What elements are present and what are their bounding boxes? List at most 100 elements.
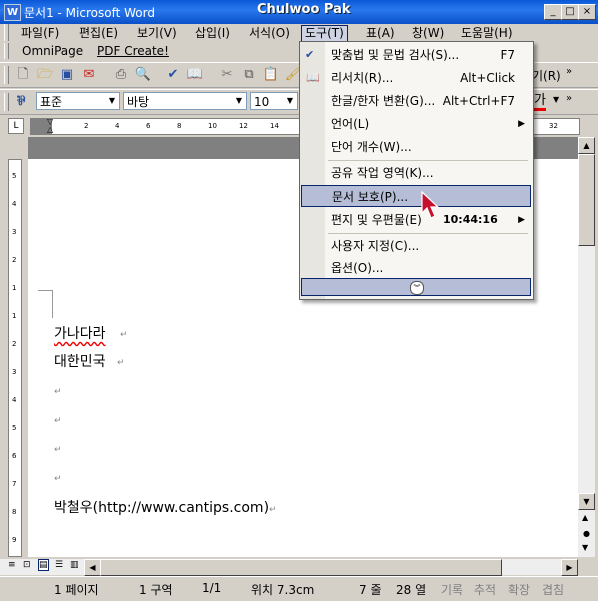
menu-view[interactable]: 보기(V) <box>134 26 180 41</box>
spelling-check-icon: ✔ <box>305 48 315 61</box>
research-icon[interactable]: 📖 <box>186 66 204 84</box>
scroll-up-button[interactable]: ▲ <box>578 137 595 154</box>
status-extend[interactable]: 확장 <box>508 581 530 598</box>
menu-item-hangul-hanja[interactable]: 한글/한자 변환(G)... Alt+Ctrl+F7 <box>301 90 531 112</box>
toolbar-options-icon[interactable]: » <box>566 93 572 104</box>
open-folder-icon[interactable]: 🗁 <box>36 66 54 84</box>
vertical-scrollbar[interactable]: ▲ ▼ ▲ ● ▼ <box>578 137 595 557</box>
status-line: 7 줄 <box>359 583 382 597</box>
print-layout-view-icon[interactable]: ▤ <box>38 559 49 571</box>
status-overtype[interactable]: 겹침 <box>542 581 564 598</box>
paragraph-mark: ↵ <box>54 474 62 484</box>
vertical-ruler-tick-label: 5 <box>12 424 17 432</box>
menu-item-protect-document[interactable]: 문서 보호(P)... <box>301 185 531 207</box>
menu-help[interactable]: 도움말(H) <box>458 26 516 41</box>
menu-item-options[interactable]: 옵션(O)... <box>301 257 531 279</box>
status-bar: 1 페이지 1 구역 1/1 위치 7.3cm 7 줄 28 열 기록 추적 확… <box>0 576 598 601</box>
normal-view-icon[interactable]: ≡ <box>8 560 16 570</box>
omnipage-button[interactable]: OmniPage <box>22 44 83 58</box>
vertical-ruler-tick-label: 4 <box>12 396 17 404</box>
horizontal-scroll-thumb[interactable] <box>100 559 502 576</box>
maximize-button[interactable]: □ <box>561 4 579 20</box>
minimize-button[interactable]: _ <box>544 4 562 20</box>
scroll-left-button[interactable]: ◀ <box>84 559 101 576</box>
menu-item-customize[interactable]: 사용자 지정(C)... <box>301 235 531 257</box>
chevron-down-icon[interactable]: ▼ <box>553 95 559 104</box>
styles-pane-icon[interactable]: ⅌ <box>12 93 30 111</box>
menu-item-spelling-grammar[interactable]: ✔ 맞춤법 및 문법 검사(S)... F7 <box>301 44 531 66</box>
prev-page-icon[interactable]: ▲ <box>582 513 588 522</box>
browse-object-icon[interactable]: ● <box>583 529 590 538</box>
tools-dropdown-menu: ✔ 맞춤법 및 문법 검사(S)... F7 📖 리서치(R)... Alt+C… <box>299 41 534 300</box>
outline-view-icon[interactable]: ☰ <box>55 560 63 570</box>
web-view-icon[interactable]: ⊡ <box>23 560 31 570</box>
word-app-icon[interactable]: W <box>4 4 21 21</box>
menu-table[interactable]: 표(A) <box>363 26 398 41</box>
menu-tools[interactable]: 도구(T) <box>301 25 348 42</box>
pdf-create-button[interactable]: PDF Create! <box>97 44 169 58</box>
tab-stop-selector[interactable]: L <box>8 118 24 134</box>
print-icon[interactable]: ⎙ <box>112 66 130 84</box>
toolbar-grip[interactable] <box>4 93 9 111</box>
clock-overlay: 10:44:16 <box>443 213 498 226</box>
font-size-select[interactable]: 10 ▼ <box>250 92 298 110</box>
submenu-arrow-icon: ▶ <box>518 119 525 129</box>
scroll-right-button[interactable]: ▶ <box>561 559 578 576</box>
links-grip[interactable] <box>4 43 9 59</box>
status-position: 위치 7.3cm <box>251 583 315 597</box>
paste-icon[interactable]: 📋 <box>262 66 280 84</box>
font-color-button[interactable]: 가 <box>534 93 546 111</box>
status-column: 28 열 <box>396 583 427 597</box>
scroll-thumb[interactable] <box>578 154 595 246</box>
menu-item-research[interactable]: 📖 리서치(R)... Alt+Click <box>301 67 531 89</box>
menu-edit[interactable]: 편집(E) <box>76 26 121 41</box>
indent-marker-icon[interactable]: ▽ △ <box>47 118 55 135</box>
document-line: 대한민국 <box>54 354 106 370</box>
menu-insert[interactable]: 삽입(I) <box>192 26 233 41</box>
menu-file[interactable]: 파일(F) <box>18 26 62 41</box>
toolbar-grip[interactable] <box>4 66 9 84</box>
horizontal-scrollbar[interactable]: ≡ ⊡ ▤ ☰ ▥ ◀ ▶ <box>0 559 578 576</box>
save-icon[interactable]: ▣ <box>58 66 76 84</box>
menu-item-word-count[interactable]: 단어 개수(W)... <box>301 136 531 158</box>
paragraph-mark: ↵ <box>54 416 62 426</box>
status-track[interactable]: 추적 <box>474 581 496 598</box>
menu-expand-button[interactable]: ︾ <box>301 278 531 296</box>
menu-format[interactable]: 서식(O) <box>246 26 293 41</box>
mouse-cursor-icon <box>421 191 440 219</box>
menu-item-language[interactable]: 언어(L) ▶ <box>301 113 531 135</box>
font-select[interactable]: 바탕 ▼ <box>123 92 247 110</box>
menu-separator <box>328 233 528 234</box>
toolbar-options-icon[interactable]: » <box>566 66 572 77</box>
close-button[interactable]: × <box>578 4 596 20</box>
next-page-icon[interactable]: ▼ <box>582 543 588 552</box>
new-document-icon[interactable]: 🗋 <box>14 66 32 84</box>
chevron-down-icon[interactable]: ▼ <box>284 94 296 108</box>
paragraph-mark: ↵ <box>117 358 125 368</box>
scroll-down-button[interactable]: ▼ <box>578 493 595 510</box>
margin-corner-mark <box>38 290 52 291</box>
chevron-down-icon[interactable]: ▼ <box>106 94 118 108</box>
paragraph-mark: ↵ <box>54 387 62 397</box>
status-record[interactable]: 기록 <box>441 581 463 598</box>
vertical-ruler-tick-label: 2 <box>12 340 17 348</box>
style-select[interactable]: 표준 ▼ <box>36 92 120 110</box>
chevron-down-icon[interactable]: ▼ <box>233 94 245 108</box>
ruler-tick-label: 10 <box>208 122 217 130</box>
menu-window[interactable]: 창(W) <box>409 26 447 41</box>
ruler-tick-label: 32 <box>549 122 558 130</box>
print-preview-icon[interactable]: 🔍 <box>134 66 152 84</box>
ruler-tick-label: 2 <box>84 122 89 130</box>
submenu-arrow-icon: ▶ <box>518 215 525 225</box>
reading-view-icon[interactable]: ▥ <box>70 560 79 570</box>
document-line: 박철우(http://www.cantips.com)↵ <box>54 500 277 516</box>
reading-layout-button[interactable]: 기(R) <box>532 67 561 84</box>
permission-icon[interactable]: ✉ <box>80 66 98 84</box>
spelling-check-icon[interactable]: ✔ <box>164 66 182 84</box>
cut-icon[interactable]: ✂ <box>218 66 236 84</box>
vertical-ruler[interactable] <box>8 159 22 557</box>
menu-item-shared-workspace[interactable]: 공유 작업 영역(K)... <box>301 162 531 184</box>
menu-item-letters-mailings[interactable]: 편지 및 우편물(E) 10:44:16 ▶ <box>301 209 531 231</box>
menubar-grip[interactable] <box>4 24 9 41</box>
copy-icon[interactable]: ⧉ <box>240 66 258 84</box>
